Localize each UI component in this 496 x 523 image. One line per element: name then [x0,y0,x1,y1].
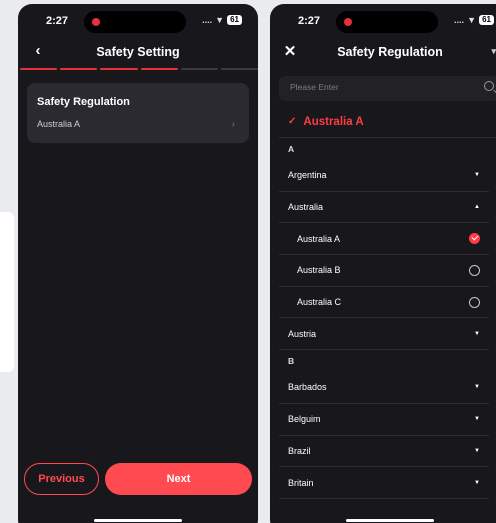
section-letter: A [288,144,295,154]
phone-safety-setting: 2:27 .... ▼ 61 ‹ Safety Setting Safety R… [18,4,258,523]
status-bar: 2:27 .... ▼ 61 [270,4,496,36]
nav-bar: ‹ Safety Setting [18,36,258,68]
country-row[interactable]: Britain ▼ [279,467,489,499]
row-label: Britain [288,477,314,488]
next-button[interactable]: Next [105,463,252,495]
progress-segment [180,68,218,70]
action-buttons: Previous Next [24,463,252,495]
country-row[interactable]: Austria ▼ [279,318,489,351]
caret-down-icon: ▼ [474,479,480,486]
recording-dot-icon [92,18,100,26]
recording-dot-icon [344,18,352,26]
step-progress [18,68,258,71]
dynamic-island [336,11,438,33]
background-card [0,212,14,372]
page-title: Safety Setting [96,45,180,59]
caret-down-icon: ▼ [474,447,480,454]
home-indicator [94,519,182,522]
caret-up-icon: ▲ [474,204,480,211]
row-label: Argentina [288,170,327,181]
row-label: Brazil [288,445,311,456]
status-time: 2:27 [298,15,321,27]
page-title: Safety Regulation [337,45,443,59]
progress-segment [220,68,258,70]
search-input[interactable] [290,82,450,92]
progress-segment [20,68,58,70]
signal-indicator: .... [454,15,465,25]
check-icon: ✓ [288,116,297,127]
search-box [279,76,496,101]
dynamic-island [84,11,186,33]
progress-segment [100,68,138,70]
country-row[interactable]: Belguim ▼ [279,404,489,436]
signal-indicator: .... [202,15,213,25]
status-right: .... ▼ 61 [202,15,242,25]
phone-safety-regulation: 2:27 .... ▼ 61 ✕ Safety Regulation ▾ ✓ A… [270,4,496,523]
progress-segment [60,68,98,70]
chevron-down-icon[interactable]: ▾ [491,46,496,57]
previous-button[interactable]: Previous [24,463,99,495]
radio-icon[interactable] [469,296,480,308]
caret-down-icon: ▼ [474,416,480,423]
wifi-icon: ▼ [215,15,225,25]
country-row[interactable]: Argentina ▼ [279,160,489,192]
country-row[interactable]: Barbados ▼ [279,372,489,404]
close-icon[interactable]: ✕ [280,42,300,60]
wifi-icon: ▼ [467,15,477,25]
regulation-option[interactable]: Australia C [279,287,489,319]
row-label: Australia A [297,233,341,244]
card-value: Australia A [37,119,81,129]
regulation-list: A Argentina ▼ Australia ▲ Australia A Australi… [279,138,496,499]
row-label: Austria [288,328,317,339]
row-label: Australia C [297,297,342,308]
selected-label: Australia A [303,115,364,128]
country-row[interactable]: Brazil ▼ [279,436,489,468]
progress-segment [140,68,178,70]
chevron-left-icon[interactable]: ‹ [28,42,48,59]
regulation-option[interactable]: Australia A [279,223,489,256]
section-letter: B [288,356,295,367]
caret-down-icon: ▼ [474,172,480,179]
status-time: 2:27 [46,15,69,27]
chevron-right-icon: › [231,119,235,130]
battery-level: 61 [479,15,494,25]
row-label: Australia B [297,265,341,276]
caret-down-icon: ▼ [474,330,480,337]
regulation-option[interactable]: Australia B [279,255,489,287]
row-label: Australia [288,202,324,213]
card-title: Safety Regulation [37,96,130,108]
radio-icon[interactable] [469,264,480,276]
nav-bar: ✕ Safety Regulation ▾ [270,36,496,68]
radio-checked-icon[interactable] [469,233,480,245]
battery-level: 61 [227,15,242,25]
row-label: Barbados [288,382,327,393]
row-label: Belguim [288,414,321,425]
home-indicator [346,519,434,522]
caret-down-icon: ▼ [474,384,480,391]
selected-regulation: ✓ Australia A [279,106,496,138]
safety-regulation-card[interactable]: Safety Regulation Australia A › [27,83,249,143]
status-right: .... ▼ 61 [454,15,494,25]
country-row[interactable]: Australia ▲ [279,192,489,224]
search-icon[interactable] [484,81,494,91]
status-bar: 2:27 .... ▼ 61 [18,4,258,36]
